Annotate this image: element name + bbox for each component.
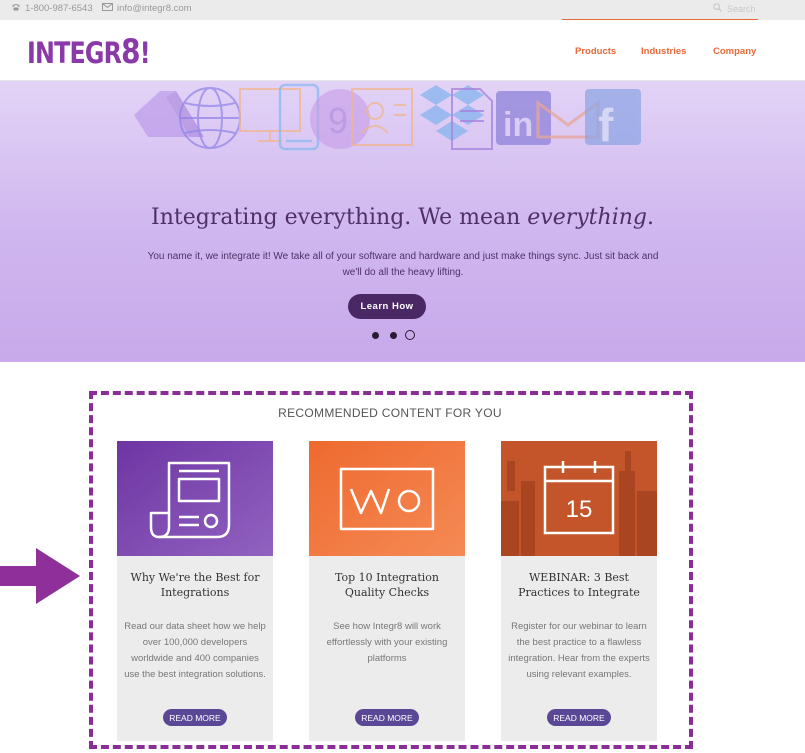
search-placeholder: Search (727, 3, 756, 14)
card-description: Read our data sheet how we help over 100… (124, 621, 266, 680)
calendar-day: 15 (566, 496, 593, 523)
phone-contact[interactable]: 1-800-987-6543 (11, 3, 93, 14)
site-header: INTEGR8! Products Industries Company (0, 20, 805, 81)
content-card-webinar[interactable]: 15 WEBINAR: 3 Best Practices to Integrat… (501, 441, 657, 741)
monitor-icon (239, 88, 301, 142)
nav-company[interactable]: Company (713, 46, 756, 57)
content-card-datasheet[interactable]: Why We're the Best for Integrations Read… (117, 441, 273, 741)
read-more-button[interactable]: READ MORE (547, 709, 611, 726)
email-contact[interactable]: info@integr8.com (102, 3, 192, 14)
hero-subtitle: You name it, we integrate it! We take al… (147, 251, 659, 278)
quality-checks-thumbnail (309, 441, 465, 556)
svg-text:f: f (598, 99, 614, 151)
integration-icons-strip: 9 in f (134, 83, 641, 151)
carousel-dot-3[interactable] (405, 330, 415, 340)
svg-text:in: in (503, 106, 533, 144)
hero-banner: 9 in f Integrating everything. We mean e… (0, 81, 805, 362)
search-field[interactable]: Search (713, 3, 756, 14)
card-description: See how Integr8 will work effortlessly w… (326, 621, 448, 664)
search-icon (713, 3, 722, 14)
read-more-button[interactable]: READ MORE (163, 709, 227, 726)
carousel-dot-1[interactable] (372, 332, 379, 339)
read-more-button[interactable]: READ MORE (355, 709, 419, 726)
callout-arrow-icon (0, 548, 80, 604)
facebook-icon: f (585, 89, 641, 151)
recommended-heading: RECOMMENDED CONTENT FOR YOU (278, 406, 502, 420)
datasheet-thumbnail (117, 441, 273, 556)
nav-industries[interactable]: Industries (641, 46, 686, 57)
svg-text:9: 9 (328, 100, 348, 141)
card-title: Why We're the Best for Integrations (130, 571, 260, 599)
utility-bar: 1-800-987-6543 info@integr8.com Search (0, 0, 805, 20)
webinar-thumbnail: 15 (501, 441, 657, 556)
card-description: Register for our webinar to learn the be… (508, 621, 650, 680)
envelope-icon (102, 3, 113, 14)
card-title: Top 10 Integration Quality Checks (334, 571, 439, 599)
card-title: WEBINAR: 3 Best Practices to Integrate (518, 571, 640, 599)
nav-products[interactable]: Products (575, 46, 616, 57)
carousel-dot-2[interactable] (390, 332, 397, 339)
drive-icon (134, 91, 204, 137)
phone-number: 1-800-987-6543 (25, 3, 93, 14)
email-address: info@integr8.com (117, 3, 192, 14)
hero-headline: Integrating everything. We mean everythi… (151, 205, 654, 230)
globe-icon (179, 87, 241, 149)
chrome-icon: 9 (310, 89, 370, 149)
integr8-logo[interactable]: INTEGR8! (27, 32, 151, 72)
phone-icon (11, 3, 21, 14)
learn-how-button[interactable]: Learn How (348, 294, 426, 319)
content-card-quality-checks[interactable]: Top 10 Integration Quality Checks See ho… (309, 441, 465, 741)
